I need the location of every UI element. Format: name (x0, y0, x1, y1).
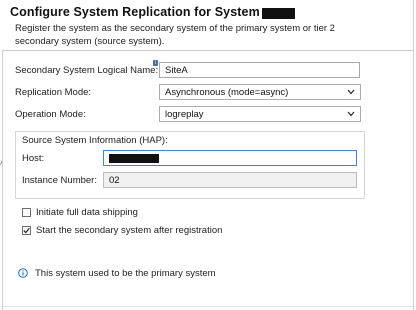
operation-mode-label: Operation Mode: (15, 108, 86, 120)
info-icon (18, 268, 28, 278)
source-group-title: Source System Information (HAP): (22, 135, 168, 146)
chevron-down-icon[interactable] (346, 88, 355, 97)
operation-mode-select[interactable]: logreplay (159, 106, 361, 122)
host-label: Host: (22, 152, 45, 164)
replication-mode-value: Asynchronous (mode=async) (165, 86, 289, 98)
instance-number-row: Instance Number: (22, 171, 97, 189)
dialog-header: Configure System Replication for System … (2, 0, 414, 48)
logical-name-value: SiteA (165, 64, 188, 76)
info-icon[interactable]: i (153, 60, 158, 66)
start-secondary-option[interactable]: Start the secondary system after registr… (22, 223, 222, 237)
host-row: Host: (22, 149, 44, 167)
full-data-shipping-option[interactable]: Initiate full data shipping (22, 205, 138, 219)
operation-mode-value: logreplay (165, 108, 204, 120)
start-secondary-checkbox[interactable] (22, 225, 31, 235)
logical-name-label: Secondary System Logical Name: (15, 64, 159, 76)
replication-mode-row: Replication Mode: (15, 83, 91, 101)
operation-mode-row: Operation Mode: (15, 105, 86, 123)
instance-number-value: 02 (109, 174, 120, 186)
host-input[interactable] (103, 150, 357, 166)
logical-name-row: Secondary System Logical Name: (15, 61, 158, 79)
replication-mode-label: Replication Mode: (15, 86, 92, 98)
replication-mode-select[interactable]: Asynchronous (mode=async) (159, 84, 361, 100)
full-data-shipping-checkbox[interactable] (22, 207, 31, 217)
title-row: Configure System Replication for System (10, 4, 295, 20)
chevron-down-icon[interactable] (346, 110, 355, 119)
redacted-host-value (109, 153, 159, 163)
instance-number-field: 02 (103, 172, 357, 188)
start-secondary-label: Start the secondary system after registr… (36, 224, 223, 236)
info-message: This system used to be the primary syste… (18, 266, 216, 280)
bottom-separator (3, 306, 413, 307)
dialog-title: Configure System Replication for System (10, 5, 260, 19)
full-data-shipping-label: Initiate full data shipping (36, 206, 138, 218)
logical-name-input[interactable]: SiteA (159, 62, 360, 78)
checkmark-icon (23, 227, 30, 233)
info-message-text: This system used to be the primary syste… (35, 267, 216, 279)
redacted-system-name (261, 7, 295, 19)
dialog-description: Register the system as the secondary sys… (15, 23, 335, 47)
source-system-group: Source System Information (HAP): Host: I… (15, 131, 365, 199)
frame-right-border (413, 0, 414, 310)
instance-number-label: Instance Number: (22, 174, 97, 186)
